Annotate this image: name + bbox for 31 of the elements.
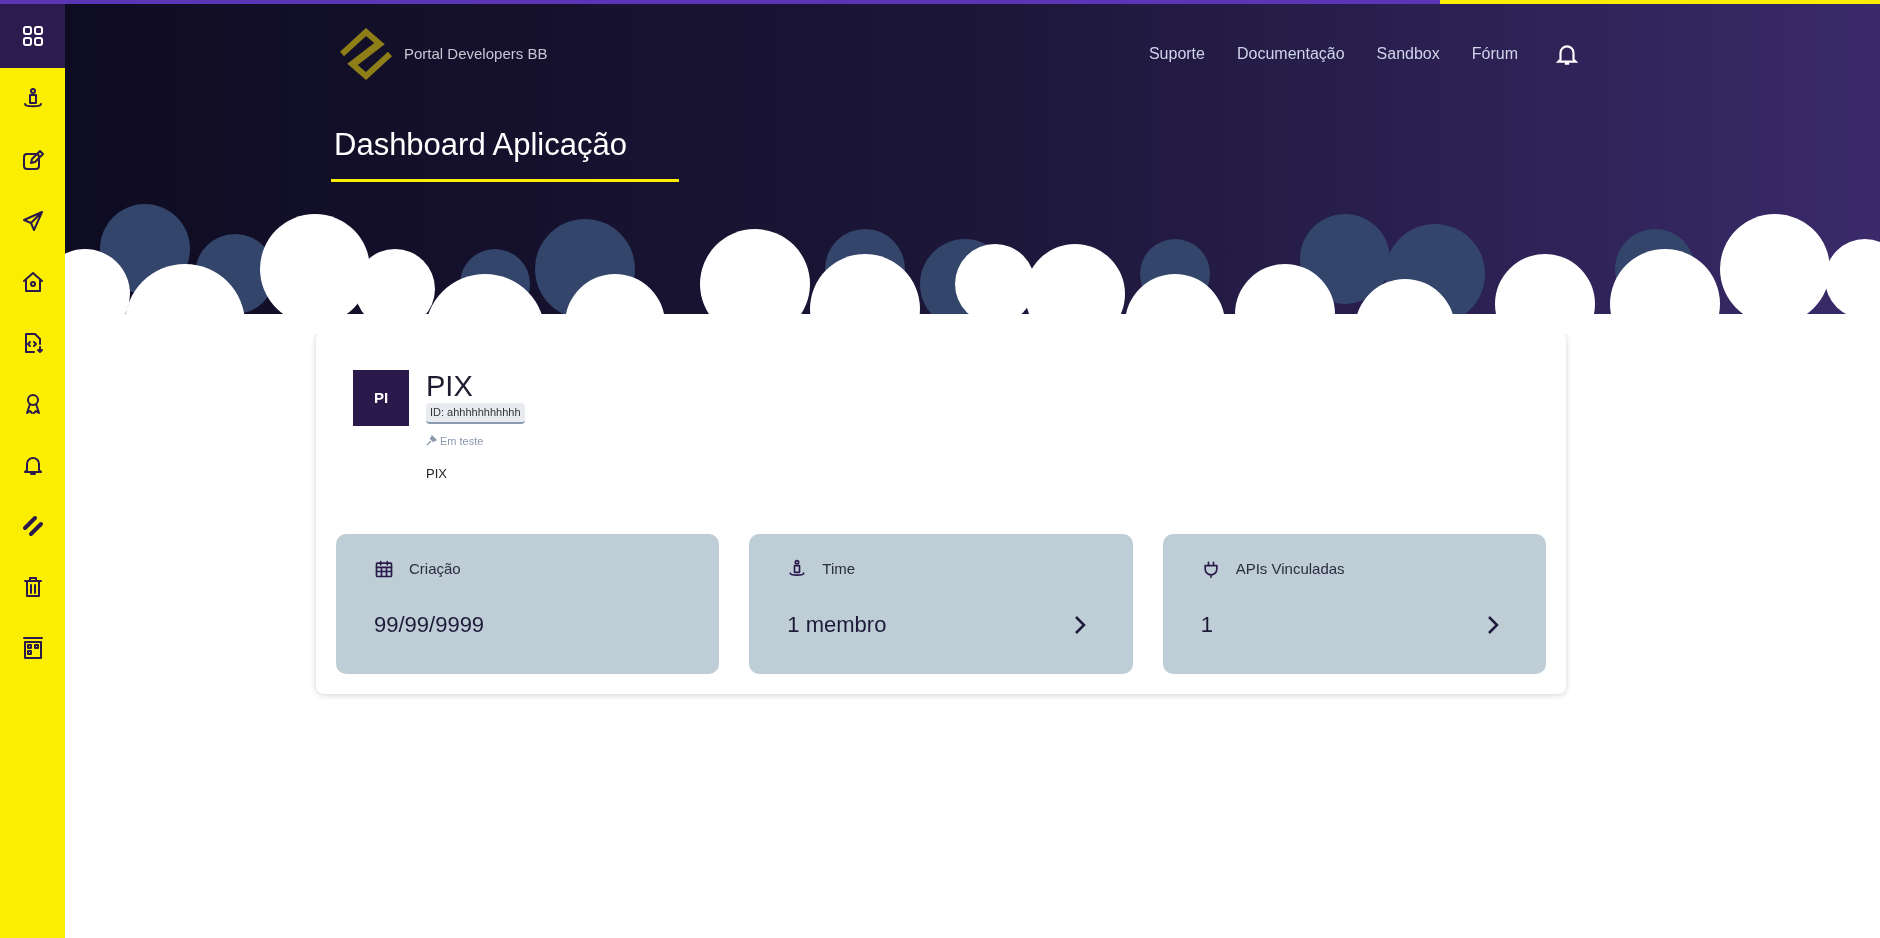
stat-value: 1 (1200, 611, 1213, 639)
stat-card[interactable]: Time 1 membro (749, 533, 1133, 674)
grid-icon (20, 24, 45, 48)
app-status: Em teste (440, 433, 484, 449)
stat-card[interactable]: APIs Vinculadas 1 (1162, 533, 1546, 674)
logo-icon[interactable] (340, 28, 392, 80)
nav-link[interactable]: Documentação (1236, 42, 1345, 66)
brand-name: Portal Developers BB (404, 43, 548, 64)
page-title: Dashboard Aplicação (331, 122, 679, 182)
send-icon (20, 208, 45, 233)
app-name: PIX (426, 370, 474, 402)
nav-link[interactable]: Fórum (1471, 42, 1518, 66)
stat-label: APIs Vinculadas (1235, 558, 1345, 579)
pin-icon (426, 435, 437, 447)
stat-label: Time (822, 558, 856, 579)
chevron-right-icon[interactable] (1486, 613, 1500, 636)
app-description: PIX (426, 465, 448, 483)
stat-value: 99/99/9999 (374, 611, 485, 639)
nav-link[interactable]: Sandbox (1376, 42, 1440, 66)
chevron-right-icon[interactable] (1072, 613, 1087, 636)
board-icon (20, 635, 45, 660)
edit-icon (20, 147, 45, 172)
app-avatar: PI (353, 370, 409, 426)
app-id: ID: ahhhhhhhhhhh (426, 403, 525, 424)
stat-label: Criação (409, 558, 461, 579)
link-icon (20, 513, 45, 538)
nav-link[interactable]: Suporte (1148, 42, 1205, 66)
stat-value: 1 membro (787, 611, 887, 639)
sidebar-item[interactable] (0, 4, 65, 68)
house-icon (20, 269, 45, 294)
calendar-icon (374, 558, 394, 579)
